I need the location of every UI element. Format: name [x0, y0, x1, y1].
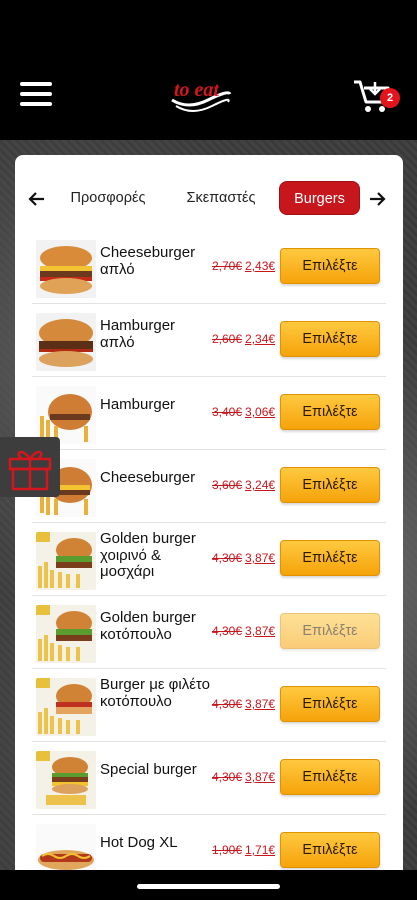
- hamburger-menu-icon[interactable]: [20, 82, 52, 108]
- arrow-right-icon[interactable]: [367, 189, 387, 209]
- tab-offers[interactable]: Προσφορές: [67, 181, 149, 215]
- new-price: 3,87€: [245, 697, 276, 711]
- product-row[interactable]: Cheeseburger 3,60€ 3,24€ Επιλέξτε: [32, 450, 386, 523]
- old-price: 4,30€: [212, 770, 243, 784]
- product-row[interactable]: Golden burger κοτόπουλο 4,30€ 3,87€ Επιλέξτ…: [32, 596, 386, 669]
- product-name: Special burger: [100, 761, 197, 778]
- tab-covered[interactable]: Σκεπαστές: [177, 181, 265, 215]
- gift-icon[interactable]: [0, 437, 60, 497]
- product-prices: 1,90€ 1,71€: [212, 843, 282, 857]
- cart-count-badge: 2: [380, 88, 400, 108]
- new-price: 3,24€: [245, 478, 276, 492]
- product-prices: 2,60€ 2,34€: [212, 332, 282, 346]
- product-row[interactable]: Burger με φιλέτο κοτόπουλο 4,30€ 3,87€ Επιλ…: [32, 669, 386, 742]
- product-name: Burger με φιλέτο κοτόπουλο: [100, 676, 210, 710]
- new-price: 3,87€: [245, 624, 276, 638]
- old-price: 3,40€: [212, 405, 243, 419]
- product-row[interactable]: Special burger 4,30€ 3,87€ Επιλέξτε: [32, 742, 386, 815]
- select-button[interactable]: Επιλέξτε: [280, 248, 380, 284]
- tab-burgers[interactable]: Burgers: [279, 181, 360, 215]
- product-image: [36, 605, 96, 663]
- home-indicator[interactable]: [137, 884, 280, 889]
- product-name: Golden burger κοτόπουλο: [100, 609, 196, 643]
- arrow-left-icon[interactable]: [27, 189, 47, 209]
- old-price: 2,70€: [212, 259, 243, 273]
- product-image: [36, 386, 96, 444]
- new-price: 2,34€: [245, 332, 276, 346]
- brand-logo[interactable]: to eat: [168, 70, 232, 118]
- status-bar: [0, 0, 417, 60]
- product-row[interactable]: Golden burger χοιρινό & μοσχάρι 4,30€ 3,87…: [32, 523, 386, 596]
- product-name: Hamburger απλό: [100, 317, 176, 351]
- select-button[interactable]: Επιλέξτε: [280, 613, 380, 649]
- app-header: to eat 2: [0, 60, 417, 140]
- select-button[interactable]: Επιλέξτε: [280, 686, 380, 722]
- new-price: 2,43€: [245, 259, 276, 273]
- select-button[interactable]: Επιλέξτε: [280, 832, 380, 868]
- old-price: 3,60€: [212, 478, 243, 492]
- product-prices: 4,30€ 3,87€: [212, 770, 282, 784]
- old-price: 1,90€: [212, 843, 243, 857]
- old-price: 4,30€: [212, 697, 243, 711]
- product-image: [36, 751, 96, 809]
- old-price: 4,30€: [212, 551, 243, 565]
- menu-card: Προσφορές Σκεπαστές Burgers Cheeseburger…: [15, 155, 403, 870]
- product-image: [36, 678, 96, 736]
- select-button[interactable]: Επιλέξτε: [280, 321, 380, 357]
- product-image: [36, 313, 96, 371]
- new-price: 1,71€: [245, 843, 276, 857]
- product-row[interactable]: Cheeseburger απλό 2,70€ 2,43€ Επιλέξτε: [32, 231, 386, 304]
- select-button[interactable]: Επιλέξτε: [280, 759, 380, 795]
- product-image: [36, 240, 96, 298]
- product-row[interactable]: Hamburger 3,40€ 3,06€ Επιλέξτε: [32, 377, 386, 450]
- select-button[interactable]: Επιλέξτε: [280, 540, 380, 576]
- old-price: 4,30€: [212, 624, 243, 638]
- product-row[interactable]: Hamburger απλό 2,60€ 2,34€ Επιλέξτε: [32, 304, 386, 377]
- product-prices: 4,30€ 3,87€: [212, 697, 282, 711]
- new-price: 3,87€: [245, 551, 276, 565]
- category-tabs: Προσφορές Σκεπαστές Burgers: [15, 179, 403, 223]
- product-name: Cheeseburger: [100, 469, 196, 486]
- new-price: 3,06€: [245, 405, 276, 419]
- product-name: Hamburger: [100, 396, 176, 413]
- product-prices: 3,60€ 3,24€: [212, 478, 282, 492]
- product-image: [36, 532, 96, 590]
- select-button[interactable]: Επιλέξτε: [280, 394, 380, 430]
- svg-text:to eat: to eat: [174, 79, 220, 101]
- product-prices: 2,70€ 2,43€: [212, 259, 282, 273]
- product-image: [36, 824, 96, 870]
- product-prices: 4,30€ 3,87€: [212, 624, 282, 638]
- product-name: Cheeseburger απλό: [100, 244, 196, 278]
- new-price: 3,87€: [245, 770, 276, 784]
- product-prices: 4,30€ 3,87€: [212, 551, 282, 565]
- system-nav-bar: [0, 870, 417, 900]
- select-button[interactable]: Επιλέξτε: [280, 467, 380, 503]
- product-name: Golden burger χοιρινό & μοσχάρι: [100, 530, 196, 580]
- old-price: 2,60€: [212, 332, 243, 346]
- product-row[interactable]: Hot Dog XL 1,90€ 1,71€ Επιλέξτε: [32, 815, 386, 870]
- product-name: Hot Dog XL: [100, 834, 178, 851]
- product-prices: 3,40€ 3,06€: [212, 405, 282, 419]
